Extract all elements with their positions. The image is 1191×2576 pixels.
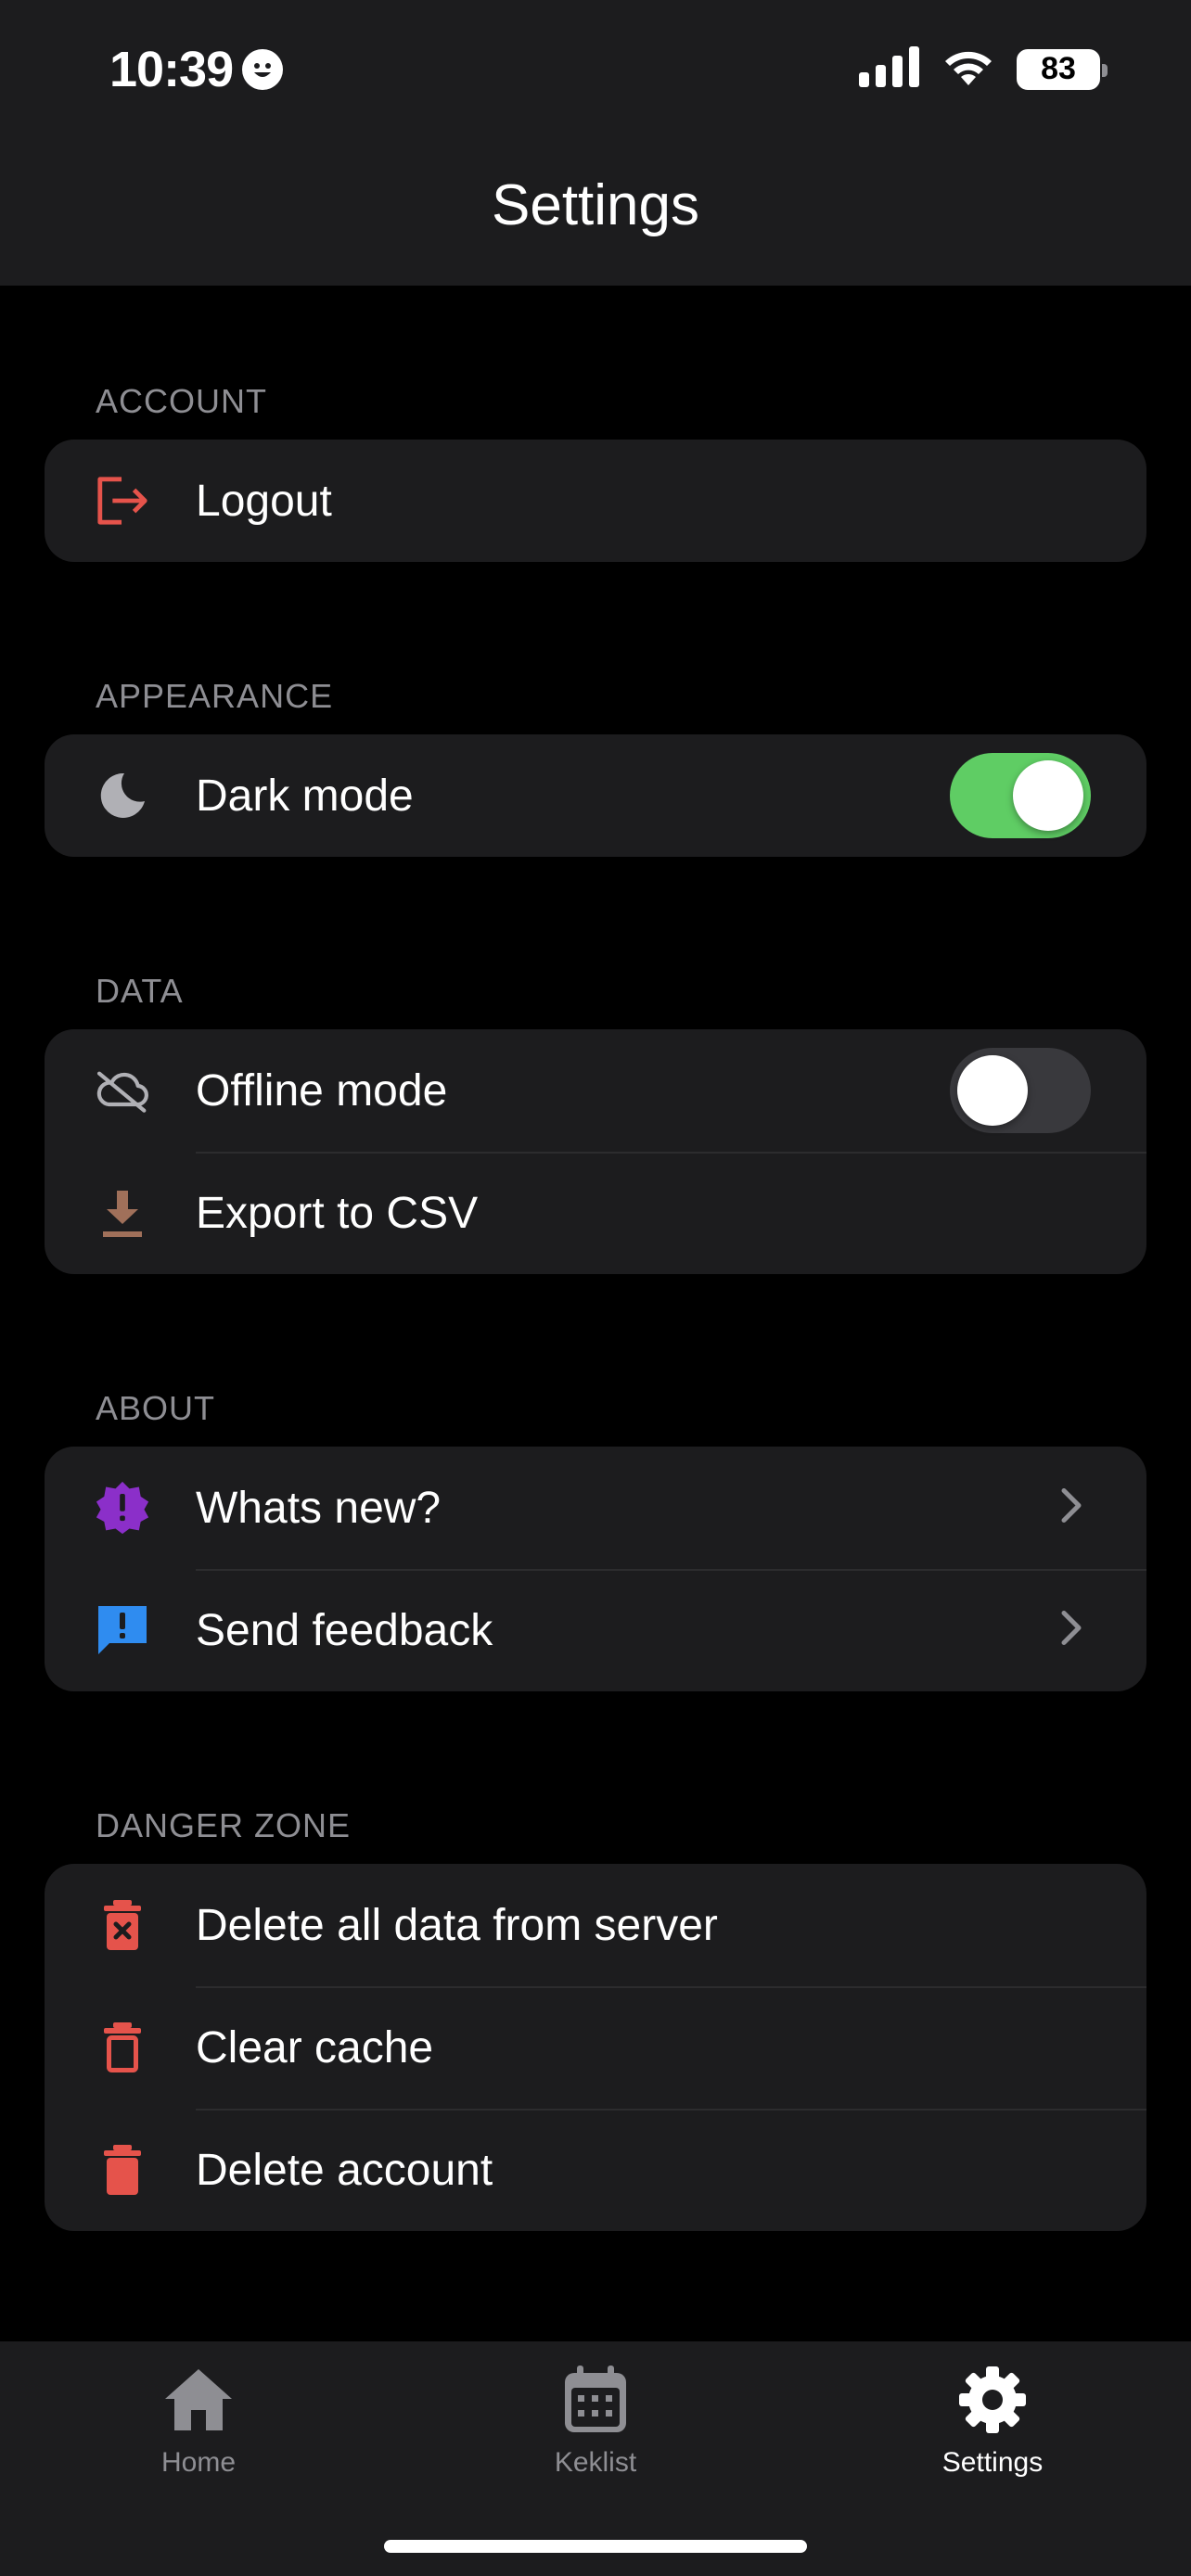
status-icons: 83 (859, 46, 1108, 92)
send-feedback-row[interactable]: Send feedback (45, 1569, 1146, 1691)
download-icon (95, 1185, 150, 1241)
logout-icon (95, 473, 150, 529)
section-label-danger-zone: DANGER ZONE (96, 1806, 352, 1844)
section-label-data: DATA (96, 972, 184, 1010)
offline-mode-label: Offline mode (196, 1065, 448, 1116)
trash-outline-icon (95, 2020, 150, 2075)
top-bar: 10:39 83 Settings (0, 0, 1191, 286)
offline-mode-toggle[interactable] (950, 1048, 1091, 1133)
section-label-account: ACCOUNT (96, 382, 267, 420)
export-csv-label: Export to CSV (196, 1188, 479, 1238)
calendar-icon (493, 2358, 698, 2442)
whats-new-row[interactable]: Whats new? (45, 1447, 1146, 1569)
toggle-knob (1013, 760, 1083, 831)
status-time-text: 10:39 (109, 42, 234, 97)
trash-filled-icon (95, 2142, 150, 2198)
chevron-right-icon (1061, 1488, 1082, 1528)
moon-icon (95, 768, 150, 823)
offline-mode-row: Offline mode (45, 1029, 1146, 1152)
logout-row[interactable]: Logout (45, 440, 1146, 562)
about-group: Whats new? Send feedback (45, 1447, 1146, 1691)
dark-mode-label: Dark mode (196, 771, 414, 821)
dark-mode-toggle[interactable] (950, 753, 1091, 838)
account-group: Logout (45, 440, 1146, 562)
dark-mode-row: Dark mode (45, 734, 1146, 857)
export-csv-row[interactable]: Export to CSV (45, 1152, 1146, 1274)
gear-icon (890, 2358, 1095, 2442)
appearance-group: Dark mode (45, 734, 1146, 857)
focus-smiley-icon (242, 49, 284, 90)
tab-home[interactable]: Home (96, 2358, 301, 2479)
wifi-icon (941, 46, 996, 92)
feedback-icon (95, 1602, 150, 1658)
tab-settings-label: Settings (941, 2447, 1044, 2478)
send-feedback-label: Send feedback (196, 1605, 493, 1655)
tab-keklist[interactable]: Keklist (493, 2358, 698, 2479)
page-title: Settings (491, 173, 700, 237)
delete-account-label: Delete account (196, 2145, 493, 2195)
tab-settings[interactable]: Settings (890, 2358, 1095, 2479)
clear-cache-label: Clear cache (196, 2022, 434, 2072)
whats-new-label: Whats new? (196, 1483, 442, 1533)
delete-account-row[interactable]: Delete account (45, 2109, 1146, 2231)
home-icon (96, 2358, 301, 2442)
status-time: 10:39 (109, 41, 284, 98)
data-group: Offline mode Export to CSV (45, 1029, 1146, 1274)
tab-keklist-label: Keklist (554, 2447, 637, 2478)
clear-cache-row[interactable]: Clear cache (45, 1986, 1146, 2109)
cloud-off-icon (95, 1063, 150, 1118)
delete-server-data-label: Delete all data from server (196, 1900, 718, 1950)
home-indicator (384, 2540, 807, 2553)
toggle-knob (957, 1055, 1028, 1126)
section-label-about: ABOUT (96, 1389, 216, 1427)
chevron-right-icon (1061, 1611, 1082, 1651)
badge-alert-icon (95, 1480, 150, 1536)
signal-icon (859, 46, 920, 92)
logout-label: Logout (196, 476, 332, 526)
trash-x-icon (95, 1897, 150, 1953)
battery-indicator: 83 (1017, 48, 1108, 90)
section-label-appearance: APPEARANCE (96, 677, 334, 715)
tab-home-label: Home (160, 2447, 237, 2478)
danger-zone-group: Delete all data from server Clear cache … (45, 1864, 1146, 2231)
delete-server-data-row[interactable]: Delete all data from server (45, 1864, 1146, 1986)
